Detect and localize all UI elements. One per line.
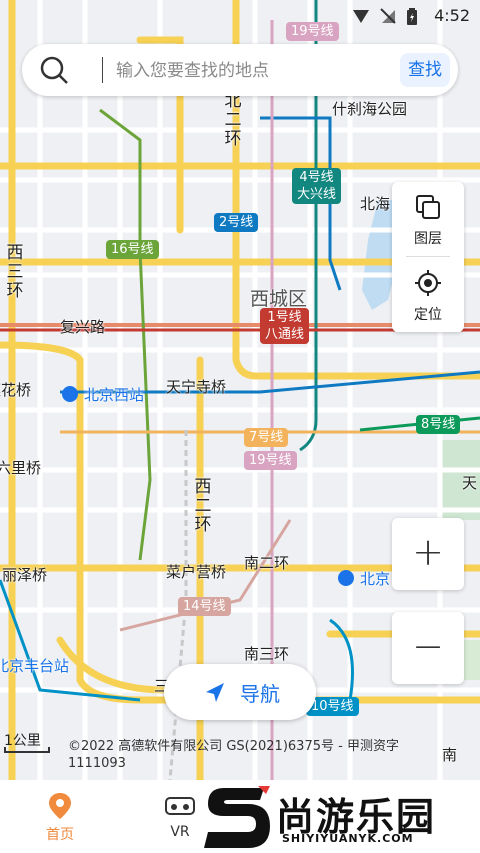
place-label-fuxinglu: 复兴路 [60, 318, 106, 336]
station-label-beijingxizhan: 北京西站 [84, 386, 145, 404]
map-tools-panel: 图层 定位 [392, 182, 464, 332]
station-icon [62, 386, 78, 402]
text-cursor [102, 57, 103, 83]
place-label-nanerhuan: 南二环 [244, 554, 290, 572]
layers-label: 图层 [414, 231, 442, 247]
metro-badge-1: 1号线 八通线 [260, 308, 310, 344]
zoom-out-button[interactable]: − [392, 612, 464, 684]
navigation-arrow-icon [206, 683, 224, 702]
place-label-tian: 天 [462, 474, 478, 492]
place-label-lianhuaqiao: 莲花桥 [0, 381, 32, 399]
metro-badge-7: 7号线 [244, 428, 289, 447]
status-time: 4:52 [434, 6, 470, 25]
watermark-logo-icon [204, 786, 270, 848]
place-label-beihai: 北海 [360, 195, 391, 213]
status-bar: 4:52 [0, 0, 480, 32]
layers-button[interactable]: 图层 [392, 182, 464, 256]
place-label-nan: 南 [442, 746, 458, 764]
search-button[interactable]: 查找 [400, 53, 450, 87]
place-label-liuliqiao: 六里桥 [0, 459, 42, 477]
place-label-caihuyingqiao: 菜户营桥 [166, 563, 227, 581]
watermark-url: SHIYIYUANYK.COM [282, 832, 414, 845]
divider [406, 256, 450, 257]
location-pin-icon [49, 793, 71, 819]
layers-icon [416, 195, 440, 219]
metro-badge-16: 16号线 [106, 240, 159, 259]
search-bar[interactable]: 查找 [22, 44, 458, 96]
station-icon [338, 570, 354, 586]
search-icon [40, 56, 68, 84]
locate-button[interactable]: 定位 [392, 258, 464, 332]
watermark: 尚游乐园 SHIYIYUANYK.COM [200, 780, 480, 853]
place-label-tianningsiqiao: 天宁寺桥 [166, 378, 227, 396]
search-input[interactable] [114, 54, 408, 88]
tab-home[interactable]: 首页 [0, 780, 120, 853]
navigate-button[interactable]: 导航 [164, 664, 316, 720]
locate-icon [415, 270, 441, 296]
ring-label-beierhuan: 北二环 [224, 91, 242, 149]
metro-badge-14: 14号线 [178, 597, 231, 616]
battery-icon [407, 8, 417, 25]
metro-badge-4: 4号线 大兴线 [292, 168, 342, 204]
station-label-beijingnan: 北京 [360, 570, 391, 588]
no-sim-icon [380, 8, 396, 24]
station-label-beijingfengtaizhan: 北京丰台站 [0, 657, 70, 675]
tab-home-label: 首页 [46, 827, 74, 843]
metro-badge-19: 19号线 [244, 451, 297, 470]
wifi-icon [353, 10, 369, 23]
ring-label-xierhuan: 西二环 [194, 477, 212, 535]
locate-label: 定位 [414, 307, 442, 323]
metro-badge-2: 2号线 [214, 213, 259, 232]
district-label: 西城区 [250, 288, 308, 310]
ring-label-xisanhuan: 西三环 [6, 243, 24, 301]
zoom-in-button[interactable]: + [392, 518, 464, 590]
map-copyright: ©2022 高德软件有限公司 GS(2021)6375号 - 甲测资字11110… [68, 739, 399, 771]
navigate-label: 导航 [240, 682, 280, 706]
scale-bar [4, 747, 50, 753]
place-label-lizeqiao: 丽泽桥 [2, 566, 48, 584]
metro-badge-8: 8号线 [416, 415, 461, 434]
place-label-shichahai: 什刹海公园 [332, 100, 408, 118]
vr-glasses-icon [165, 797, 195, 815]
place-label-nansanhuan: 南三环 [244, 645, 290, 663]
